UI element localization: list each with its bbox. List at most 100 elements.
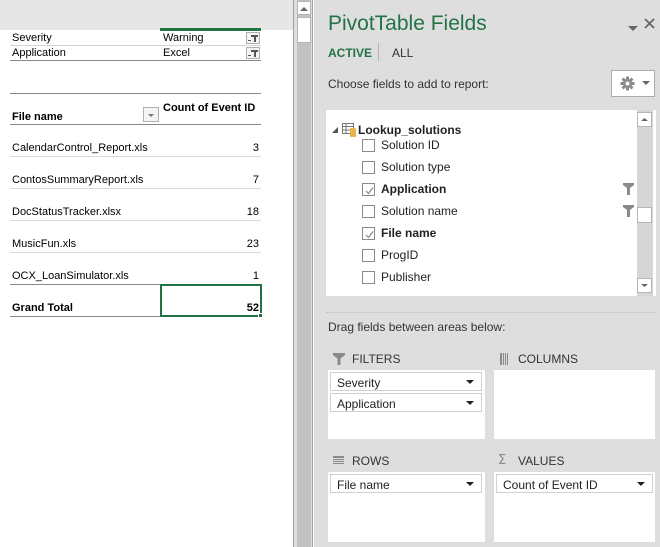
checkmark-icon: [365, 231, 374, 239]
field-item-solution-id[interactable]: Solution ID: [362, 136, 642, 156]
columns-icon: [500, 352, 508, 365]
filter-applied-icon: [248, 50, 258, 57]
scroll-up-button[interactable]: [637, 112, 652, 127]
fill-handle[interactable]: [258, 313, 263, 318]
file-name-cell: CalendarControl_Report.xls: [12, 142, 148, 154]
columns-area-header: COLUMNS: [498, 351, 578, 366]
arrow-down-icon: [641, 284, 648, 287]
caret-down-icon: [642, 81, 650, 85]
table-row[interactable]: DocStatusTracker.xlsx 18: [10, 189, 261, 221]
field-name: Solution type: [381, 160, 451, 174]
sigma-icon: Σ: [498, 453, 507, 469]
field-name: ProgID: [381, 248, 419, 262]
caret-down-icon: [628, 26, 638, 31]
rows-icon: [333, 455, 344, 464]
caret-down-icon[interactable]: [466, 380, 474, 385]
caret-down-icon[interactable]: [637, 482, 645, 487]
area-field-label: File name: [337, 478, 390, 492]
field-checkbox[interactable]: [362, 161, 375, 174]
values-header: Count of Event ID: [163, 102, 256, 114]
scroll-thumb[interactable]: [637, 207, 652, 223]
caret-down-icon[interactable]: [466, 482, 474, 487]
scroll-track[interactable]: [297, 0, 311, 547]
file-name-cell: OCX_LoanSimulator.xls: [12, 270, 129, 282]
field-checkbox[interactable]: [362, 139, 375, 152]
count-cell: 1: [252, 270, 259, 282]
chevron-down-icon: [148, 114, 154, 117]
pivottable-fields-pane: PivotTable Fields ACTIVE ALL Choose fiel…: [314, 0, 660, 547]
field-list-scrollbar[interactable]: [637, 110, 653, 296]
pane-title: PivotTable Fields: [328, 12, 487, 35]
tab-all[interactable]: ALL: [392, 46, 413, 60]
rows-area-header: ROWS: [332, 453, 389, 468]
sheet-vertical-scrollbar[interactable]: [293, 0, 313, 547]
grand-total-label: Grand Total: [12, 302, 73, 314]
field-item-application[interactable]: Application: [362, 180, 642, 200]
header-top-border: [10, 93, 261, 94]
values-area-header: Σ VALUES: [498, 453, 564, 468]
filter-icon: [333, 352, 345, 365]
row-labels-header: File name: [12, 111, 63, 123]
filter-label: Severity: [12, 32, 52, 44]
pane-options-button[interactable]: [628, 19, 638, 37]
field-checkbox-checked[interactable]: [362, 227, 375, 240]
table-row[interactable]: CalendarControl_Report.xls 3: [10, 125, 261, 157]
active-cell-selection: [160, 284, 262, 317]
gear-icon: [620, 76, 635, 91]
area-field-application[interactable]: Application: [330, 393, 482, 412]
area-label: VALUES: [518, 453, 565, 468]
pane-splitter[interactable]: [326, 312, 656, 313]
scroll-down-button[interactable]: [637, 278, 652, 293]
area-field-file-name[interactable]: File name: [330, 474, 482, 493]
count-cell: 18: [246, 206, 259, 218]
table-row[interactable]: OCX_LoanSimulator.xls 1: [10, 253, 261, 285]
arrow-up-icon: [300, 7, 308, 11]
field-item-solution-name[interactable]: Solution name: [362, 202, 642, 222]
filter-dropdown-button[interactable]: [246, 47, 260, 59]
filter-value: Excel: [163, 47, 190, 59]
field-name: Solution name: [381, 204, 458, 218]
field-item-solution-type[interactable]: Solution type: [362, 158, 642, 178]
caret-down-icon[interactable]: [466, 401, 474, 406]
close-pane-button[interactable]: [644, 16, 655, 34]
field-item-progid[interactable]: ProgID: [362, 246, 642, 266]
area-field-label: Severity: [337, 376, 381, 390]
field-checkbox[interactable]: [362, 271, 375, 284]
worksheet[interactable]: Severity Warning Application Excel File …: [0, 0, 293, 547]
row-labels-filter-button[interactable]: [143, 107, 159, 122]
tab-active[interactable]: ACTIVE: [328, 46, 372, 60]
file-name-cell: DocStatusTracker.xlsx: [12, 206, 122, 218]
table-row[interactable]: MusicFun.xls 23: [10, 221, 261, 253]
field-checkbox[interactable]: [362, 205, 375, 218]
field-list[interactable]: Lookup_solutions Solution ID Solution ty…: [326, 110, 656, 296]
filter-icon: [623, 183, 634, 195]
field-name: Publisher: [381, 270, 432, 284]
field-item-file-name[interactable]: File name: [362, 224, 642, 244]
area-field-count-of-event-id[interactable]: Count of Event ID: [496, 474, 653, 493]
tools-button[interactable]: [611, 70, 655, 97]
field-checkbox[interactable]: [362, 249, 375, 262]
table-row[interactable]: ContosSummaryReport.xls 7: [10, 157, 261, 189]
filter-label: Application: [12, 47, 66, 59]
file-name-cell: MusicFun.xls: [12, 238, 77, 250]
field-checkbox-checked[interactable]: [362, 183, 375, 196]
scroll-up-button[interactable]: [297, 1, 311, 15]
column-header-strip: [0, 0, 293, 31]
report-filter-application: Application Excel: [10, 46, 261, 61]
columns-area[interactable]: [494, 370, 655, 439]
area-field-severity[interactable]: Severity: [330, 372, 482, 391]
filters-area-header: FILTERS: [332, 351, 400, 366]
area-label: ROWS: [352, 453, 390, 468]
rows-area[interactable]: File name: [328, 472, 485, 542]
arrow-up-icon: [641, 118, 648, 121]
table-name: Lookup_solutions: [358, 123, 462, 137]
scroll-thumb[interactable]: [297, 17, 311, 43]
area-label: FILTERS: [352, 351, 401, 366]
collapse-triangle-icon[interactable]: [332, 127, 339, 134]
values-area[interactable]: Count of Event ID: [494, 472, 655, 542]
filter-dropdown-button[interactable]: [246, 32, 260, 44]
checkmark-icon: [365, 187, 374, 195]
field-item-publisher[interactable]: Publisher: [362, 268, 642, 288]
area-label: COLUMNS: [518, 351, 579, 366]
filters-area[interactable]: Severity Application: [328, 370, 485, 439]
